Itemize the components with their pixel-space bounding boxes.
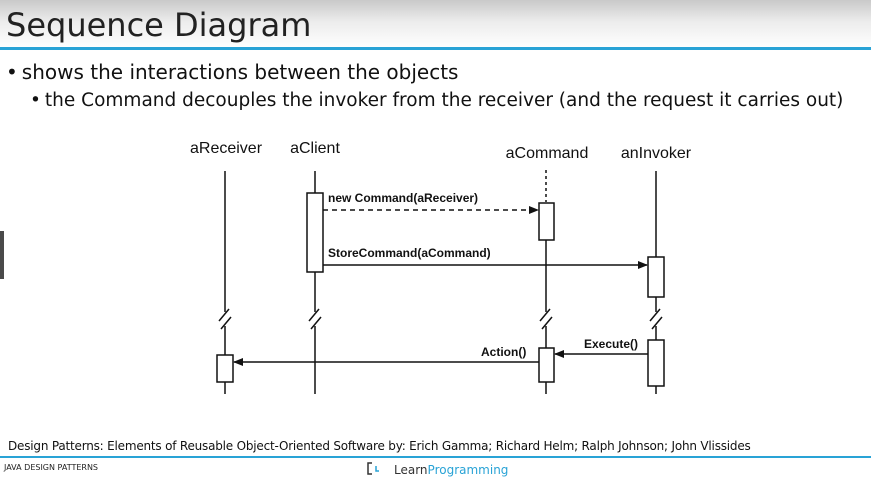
activation-acommand-create	[538, 202, 555, 241]
object-label-areceiver: aReceiver	[190, 140, 263, 157]
sequence-diagram: aReceiver aClient aCommand anInvoker new…	[190, 140, 692, 394]
message-label-action: Action()	[481, 345, 526, 359]
source-citation: Design Patterns: Elements of Reusable Ob…	[8, 439, 751, 453]
activation-aninvoker-execute	[647, 339, 665, 387]
message-label-store-command: StoreCommand(aCommand)	[328, 246, 491, 260]
activation-aninvoker-store	[647, 256, 665, 298]
footer-rule	[0, 456, 871, 458]
activation-acommand-execute	[538, 347, 555, 383]
footer-course-title: JAVA DESIGN PATTERNS	[4, 463, 99, 472]
message-label-new-command: new Command(aReceiver)	[328, 191, 478, 205]
activation-areceiver	[216, 354, 234, 383]
activation-aclient	[306, 192, 324, 273]
object-label-aninvoker: anInvoker	[621, 145, 692, 162]
object-label-aclient: aClient	[290, 140, 340, 157]
message-label-execute: Execute()	[584, 337, 638, 351]
object-label-acommand: aCommand	[506, 145, 589, 162]
